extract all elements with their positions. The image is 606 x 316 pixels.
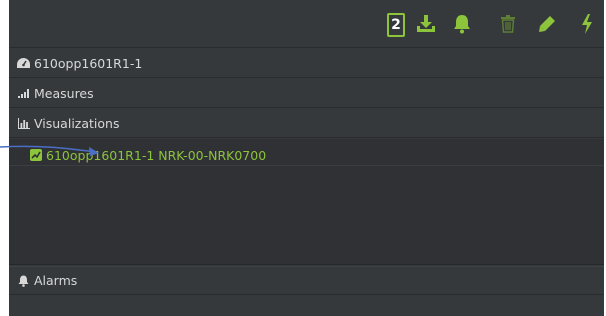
device-row[interactable]: 610opp1601R1-1: [9, 49, 604, 78]
toolbar: 2: [9, 0, 604, 48]
visualization-list: 610opp1601R1-1 NRK-00-NRK0700: [9, 139, 604, 265]
visualization-label: 610opp1601R1-1 NRK-00-NRK0700: [46, 147, 267, 163]
device-panel: 2 610opp1601R1-1 Measures Visualizations…: [9, 0, 604, 316]
trash-icon[interactable]: [499, 12, 517, 36]
selection-count-badge[interactable]: 2: [387, 13, 405, 37]
divider: [9, 165, 604, 166]
pencil-icon[interactable]: [537, 12, 557, 36]
list-item[interactable]: 610opp1601R1-1 NRK-00-NRK0700: [9, 145, 604, 165]
signal-bars-icon: [17, 87, 30, 99]
section-alarms[interactable]: Alarms: [9, 266, 604, 295]
section-visualizations[interactable]: Visualizations: [9, 109, 604, 138]
section-measures-label: Measures: [34, 85, 94, 101]
dashboard-icon: [17, 57, 30, 69]
section-visualizations-label: Visualizations: [34, 115, 120, 131]
bell-icon: [17, 275, 30, 287]
section-alarms-label: Alarms: [34, 273, 78, 288]
device-name: 610opp1601R1-1: [34, 55, 143, 71]
bell-icon[interactable]: [452, 12, 472, 36]
bolt-icon[interactable]: [580, 12, 594, 36]
download-icon[interactable]: [415, 12, 437, 36]
section-measures[interactable]: Measures: [9, 79, 604, 108]
bar-chart-icon: [17, 117, 30, 129]
chart-square-icon: [30, 149, 42, 161]
